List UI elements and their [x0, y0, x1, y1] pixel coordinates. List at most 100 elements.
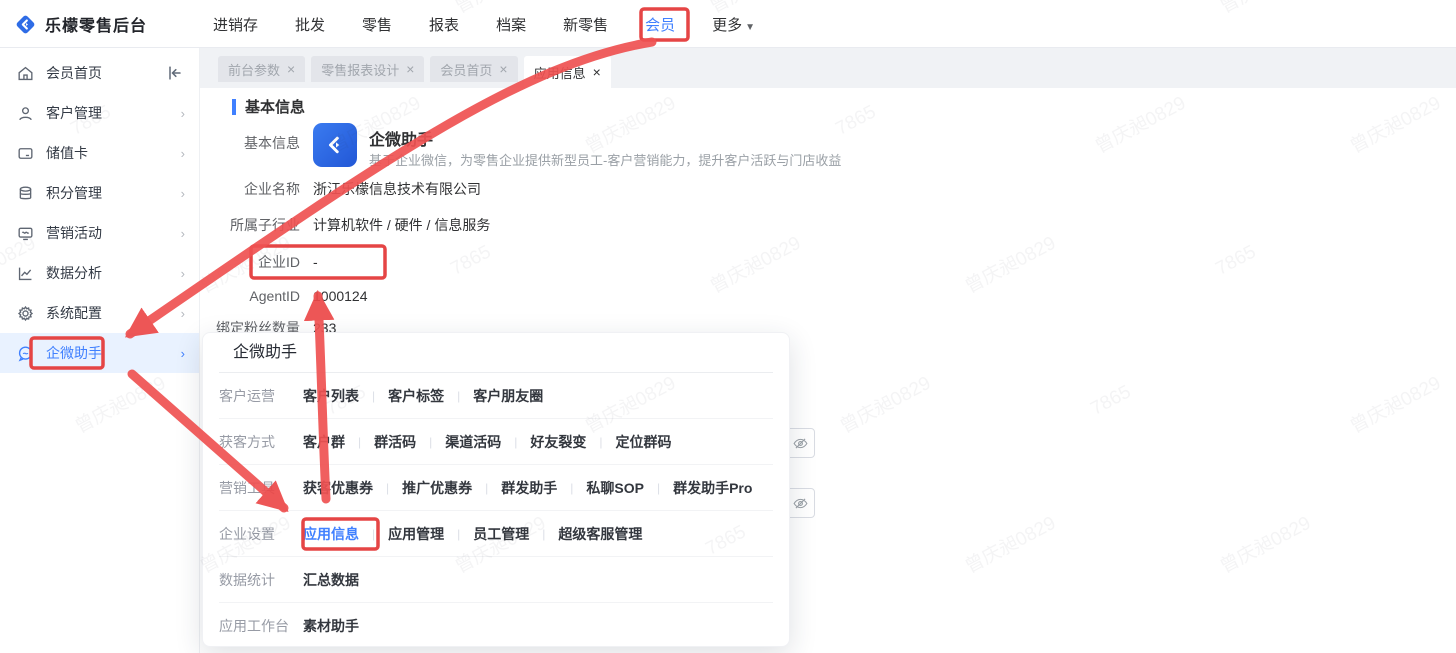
popup-menu-item[interactable]: 员工管理 [473, 524, 529, 544]
nav-item-label: 批发 [295, 16, 326, 34]
card-icon [16, 144, 35, 163]
popup-group-6: 应用工作台 素材助手 [219, 603, 773, 649]
app-window: 乐檬零售后台 进销存 批发 零售 报表 档案 新零售 会员 更多 ▼ 会员首页 客户管理 › 储值卡 ›… [0, 0, 1456, 653]
nav-item-2[interactable]: 批发 [295, 14, 325, 35]
nav-item-8[interactable]: 更多 ▼ [712, 14, 755, 35]
close-icon[interactable]: × [406, 61, 414, 77]
app-logo-icon [313, 123, 357, 167]
user-icon [16, 104, 35, 123]
sidebar-item-label: 会员首页 [46, 65, 102, 81]
app-description: 基于企业微信，为零售企业提供新型员工-客户营销能力，提升客户活跃与门店收益 [369, 153, 842, 168]
popup-menu-item[interactable]: 汇总数据 [303, 570, 359, 590]
popup-menu-item[interactable]: 推广优惠券 [402, 478, 472, 498]
popup-group-4: 企业设置 应用信息 | 应用管理 | 员工管理 | 超级客服管理 [219, 511, 773, 557]
tab-4[interactable]: 应用信息 × [523, 56, 611, 88]
nav-item-1[interactable]: 进销存 [213, 14, 258, 35]
tab-3[interactable]: 会员首页 × [430, 56, 518, 82]
app-title: 乐檬零售后台 [45, 18, 148, 35]
close-icon[interactable]: × [499, 61, 507, 77]
popup-menu-item[interactable]: 群发助手Pro [673, 478, 752, 498]
nav-item-7[interactable]: 会员 [645, 14, 675, 35]
popup-group-label: 企业设置 [219, 525, 275, 542]
sidebar-item-label: 客户管理 [46, 105, 102, 121]
nav-item-label: 零售 [362, 16, 393, 34]
item-separator: | [429, 434, 433, 449]
item-separator: | [457, 526, 461, 541]
section-header: 基本信息 [232, 96, 305, 117]
item-separator: | [656, 480, 661, 495]
home-icon [16, 64, 35, 83]
popup-menu-item[interactable]: 素材助手 [303, 616, 359, 636]
popup-menu-item[interactable]: 群发助手 [501, 478, 557, 498]
sidebar-item-label: 企微助手 [46, 345, 102, 361]
field-label: 企业名称 [244, 181, 300, 197]
chevron-right-icon: › [180, 305, 185, 321]
qiwei-assistant-popup-menu: 企微助手 客户运营 客户列表 | 客户标签 | 客户朋友圈 获客方式 客户群 | 群活码 | 渠道活码… [202, 332, 790, 647]
close-icon[interactable]: × [593, 64, 601, 80]
board-icon [16, 224, 35, 243]
nav-item-6[interactable]: 新零售 [563, 14, 608, 35]
chevron-right-icon: › [180, 345, 185, 361]
nav-item-3[interactable]: 零售 [362, 14, 392, 35]
popup-menu-item[interactable]: 客户标签 [388, 386, 444, 406]
popup-menu-item[interactable]: 应用管理 [388, 524, 444, 544]
item-separator: | [485, 480, 489, 495]
sidebar-item-label: 营销活动 [46, 225, 102, 241]
sidebar-item-label: 积分管理 [46, 185, 102, 201]
sidebar-item-6[interactable]: 数据分析 › [0, 253, 199, 293]
popup-groups: 客户运营 客户列表 | 客户标签 | 客户朋友圈获客方式 客户群 | 群活码 | 渠道活码 | 好友裂变… [203, 373, 789, 649]
sidebar-item-8[interactable]: 企微助手 › [0, 333, 199, 373]
gear-icon [16, 304, 35, 323]
popup-menu-item[interactable]: 客户朋友圈 [473, 386, 543, 406]
chat-icon [16, 344, 35, 363]
chevron-right-icon: › [180, 145, 185, 161]
field-label: 基本信息 [244, 135, 300, 151]
popup-menu-item[interactable]: 应用信息 [303, 524, 359, 544]
field-value: - [313, 254, 318, 270]
popup-group-label: 数据统计 [219, 571, 275, 588]
field-label: 企业ID [258, 254, 300, 270]
popup-group-items: 汇总数据 [303, 570, 359, 590]
popup-menu-item[interactable]: 客户群 [303, 432, 345, 452]
sidebar-item-5[interactable]: 营销活动 › [0, 213, 199, 253]
nav-item-4[interactable]: 报表 [429, 14, 459, 35]
item-separator: | [599, 434, 603, 449]
item-separator: | [386, 480, 390, 495]
popup-menu-item[interactable]: 渠道活码 [445, 432, 501, 452]
popup-menu-item[interactable]: 超级客服管理 [558, 524, 642, 544]
tab-label: 应用信息 [533, 65, 586, 81]
collapse-sidebar-icon[interactable] [165, 63, 185, 83]
sidebar-item-2[interactable]: 客户管理 › [0, 93, 199, 133]
popup-menu-item[interactable]: 获客优惠券 [303, 478, 373, 498]
chevron-down-icon: ▼ [745, 21, 756, 33]
item-separator: | [457, 388, 461, 403]
field-value: 1000124 [313, 288, 368, 304]
close-icon[interactable]: × [287, 61, 295, 77]
popup-group-label: 获客方式 [219, 433, 275, 450]
sidebar-item-1[interactable]: 会员首页 [0, 53, 199, 93]
popup-menu-item[interactable]: 定位群码 [616, 432, 672, 452]
section-title-text: 基本信息 [245, 99, 306, 116]
popup-group-1: 客户运营 客户列表 | 客户标签 | 客户朋友圈 [219, 373, 773, 419]
popup-group-items: 客户群 | 群活码 | 渠道活码 | 好友裂变 | 定位群码 [303, 432, 672, 452]
sidebar-item-3[interactable]: 储值卡 › [0, 133, 199, 173]
sidebar-item-7[interactable]: 系统配置 › [0, 293, 199, 333]
item-separator: | [372, 388, 376, 403]
popup-menu-item[interactable]: 私聊SOP [586, 478, 644, 498]
sidebar-item-4[interactable]: 积分管理 › [0, 173, 199, 213]
popup-group-label: 应用工作台 [219, 618, 289, 634]
popup-menu-item[interactable]: 客户列表 [303, 386, 359, 406]
popup-group-label: 客户运营 [219, 387, 275, 404]
popup-menu-item[interactable]: 好友裂变 [530, 432, 586, 452]
tab-1[interactable]: 前台参数 × [218, 56, 306, 82]
popup-menu-item[interactable]: 群活码 [374, 432, 416, 452]
eye-off-icon[interactable] [786, 429, 814, 457]
tab-2[interactable]: 零售报表设计 × [311, 56, 425, 82]
sidebar-item-label: 系统配置 [46, 305, 102, 321]
eye-off-icon[interactable] [786, 489, 814, 517]
item-separator: | [514, 434, 518, 449]
nav-item-5[interactable]: 档案 [496, 14, 526, 35]
nav-item-label: 新零售 [563, 16, 609, 34]
tab-label: 会员首页 [440, 62, 493, 78]
popup-group-items: 应用信息 | 应用管理 | 员工管理 | 超级客服管理 [303, 524, 642, 544]
